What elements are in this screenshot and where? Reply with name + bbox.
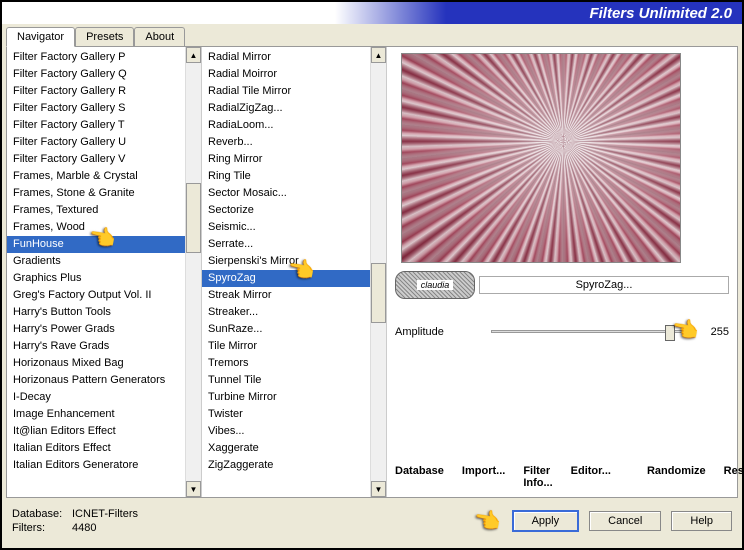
filter-scrollbar[interactable]: ▲ ▼	[370, 47, 386, 497]
filter-item[interactable]: Radial Mirror	[202, 49, 386, 66]
filter-preview	[401, 53, 681, 263]
param-amplitude-row: Amplitude 255 👉	[395, 323, 729, 341]
category-item[interactable]: Harry's Button Tools	[7, 304, 201, 321]
category-item[interactable]: Filter Factory Gallery Q	[7, 66, 201, 83]
category-item[interactable]: Filter Factory Gallery R	[7, 83, 201, 100]
filter-item[interactable]: RadialZigZag...	[202, 100, 386, 117]
status-text: Database:ICNET-Filters Filters:4480	[12, 507, 138, 535]
help-button[interactable]: Help	[671, 511, 732, 531]
category-item[interactable]: Filter Factory Gallery V	[7, 151, 201, 168]
scroll-up-icon[interactable]: ▲	[371, 47, 386, 63]
titlebar: Filters Unlimited 2.0	[2, 2, 742, 24]
filter-item[interactable]: Ring Mirror	[202, 151, 386, 168]
tab-navigator[interactable]: Navigator	[6, 27, 75, 47]
scroll-thumb[interactable]	[371, 263, 386, 323]
filter-item[interactable]: Seismic...	[202, 219, 386, 236]
filter-item[interactable]: Sierpenski's Mirror	[202, 253, 386, 270]
tab-strip: Navigator Presets About	[2, 24, 742, 46]
category-item[interactable]: Greg's Factory Output Vol. II	[7, 287, 201, 304]
filter-item[interactable]: Vibes...	[202, 423, 386, 440]
filter-item[interactable]: Radial Tile Mirror	[202, 83, 386, 100]
category-item[interactable]: Harry's Power Grads	[7, 321, 201, 338]
bottom-bar: Database:ICNET-Filters Filters:4480 👉 Ap…	[2, 498, 742, 544]
category-item[interactable]: Italian Editors Effect	[7, 440, 201, 457]
category-item[interactable]: Horizonaus Mixed Bag	[7, 355, 201, 372]
category-item[interactable]: I-Decay	[7, 389, 201, 406]
filter-name-row: claudia SpyroZag...	[395, 271, 729, 299]
randomize-button[interactable]: Randomize	[647, 465, 706, 489]
scroll-thumb[interactable]	[186, 183, 201, 253]
filter-item[interactable]: Sector Mosaic...	[202, 185, 386, 202]
scroll-down-icon[interactable]: ▼	[371, 481, 386, 497]
category-item[interactable]: Filter Factory Gallery U	[7, 134, 201, 151]
category-item[interactable]: Harry's Rave Grads	[7, 338, 201, 355]
scroll-up-icon[interactable]: ▲	[186, 47, 201, 63]
editor-button[interactable]: Editor...	[571, 465, 611, 489]
import-button[interactable]: Import...	[462, 465, 505, 489]
filter-list-col: Radial MirrorRadial MoirrorRadial Tile M…	[202, 47, 387, 497]
filter-item[interactable]: RadiaLoom...	[202, 117, 386, 134]
param-label: Amplitude	[395, 326, 485, 338]
category-item[interactable]: Filter Factory Gallery P	[7, 49, 201, 66]
filter-item[interactable]: SunRaze...	[202, 321, 386, 338]
filter-item[interactable]: ZigZaggerate	[202, 457, 386, 474]
category-item[interactable]: Italian Editors Generatore	[7, 457, 201, 474]
category-item[interactable]: Image Enhancement	[7, 406, 201, 423]
pointer-hand-icon: 👉	[472, 506, 504, 536]
panel-button-row: Database Import... Filter Info... Editor…	[395, 465, 729, 489]
filter-list[interactable]: Radial MirrorRadial MoirrorRadial Tile M…	[202, 47, 386, 497]
filter-item[interactable]: Serrate...	[202, 236, 386, 253]
filters-count-label: Filters:	[12, 521, 72, 535]
category-item[interactable]: Filter Factory Gallery T	[7, 117, 201, 134]
category-item[interactable]: Gradients	[7, 253, 201, 270]
filter-item[interactable]: Turbine Mirror	[202, 389, 386, 406]
filter-item[interactable]: Streak Mirror	[202, 287, 386, 304]
filter-item[interactable]: Tunnel Tile	[202, 372, 386, 389]
scroll-down-icon[interactable]: ▼	[186, 481, 201, 497]
amplitude-slider[interactable]	[491, 323, 695, 341]
param-value: 255	[701, 326, 729, 338]
category-item[interactable]: Frames, Wood	[7, 219, 201, 236]
filter-item[interactable]: Radial Moirror	[202, 66, 386, 83]
filter-item[interactable]: SpyroZag	[202, 270, 386, 287]
category-item[interactable]: Graphics Plus	[7, 270, 201, 287]
watermark-badge: claudia	[395, 271, 475, 299]
category-list-col: Filter Factory Gallery PFilter Factory G…	[7, 47, 202, 497]
category-item[interactable]: FunHouse	[7, 236, 201, 253]
database-button[interactable]: Database	[395, 465, 444, 489]
app-title: Filters Unlimited 2.0	[589, 5, 732, 22]
reset-button[interactable]: Reset	[724, 465, 744, 489]
database-value: ICNET-Filters	[72, 508, 138, 520]
filter-item[interactable]: Ring Tile	[202, 168, 386, 185]
category-list[interactable]: Filter Factory Gallery PFilter Factory G…	[7, 47, 201, 497]
filter-item[interactable]: Streaker...	[202, 304, 386, 321]
category-item[interactable]: Filter Factory Gallery S	[7, 100, 201, 117]
filter-item[interactable]: Reverb...	[202, 134, 386, 151]
preview-params-pane: claudia SpyroZag... Amplitude 255 👉 Data…	[387, 47, 737, 497]
cancel-button[interactable]: Cancel	[589, 511, 661, 531]
category-item[interactable]: Horizonaus Pattern Generators	[7, 372, 201, 389]
tab-about[interactable]: About	[134, 27, 185, 46]
filter-item[interactable]: Twister	[202, 406, 386, 423]
apply-button[interactable]: Apply	[512, 510, 580, 532]
navigator-panel: Filter Factory Gallery PFilter Factory G…	[6, 46, 738, 498]
category-scrollbar[interactable]: ▲ ▼	[185, 47, 201, 497]
filters-unlimited-window: Filters Unlimited 2.0 Navigator Presets …	[0, 0, 744, 550]
filter-item[interactable]: Xaggerate	[202, 440, 386, 457]
filter-item[interactable]: Sectorize	[202, 202, 386, 219]
category-item[interactable]: Frames, Stone & Granite	[7, 185, 201, 202]
filter-info-button[interactable]: Filter Info...	[523, 465, 552, 489]
filter-item[interactable]: Tile Mirror	[202, 338, 386, 355]
current-filter-name: SpyroZag...	[479, 276, 729, 294]
slider-thumb[interactable]	[665, 325, 675, 341]
category-item[interactable]: It@lian Editors Effect	[7, 423, 201, 440]
category-item[interactable]: Frames, Textured	[7, 202, 201, 219]
filters-count-value: 4480	[72, 522, 96, 534]
watermark-text: claudia	[417, 280, 454, 290]
category-item[interactable]: Frames, Marble & Crystal	[7, 168, 201, 185]
filter-item[interactable]: Tremors	[202, 355, 386, 372]
database-label: Database:	[12, 507, 72, 521]
tab-presets[interactable]: Presets	[75, 27, 134, 46]
